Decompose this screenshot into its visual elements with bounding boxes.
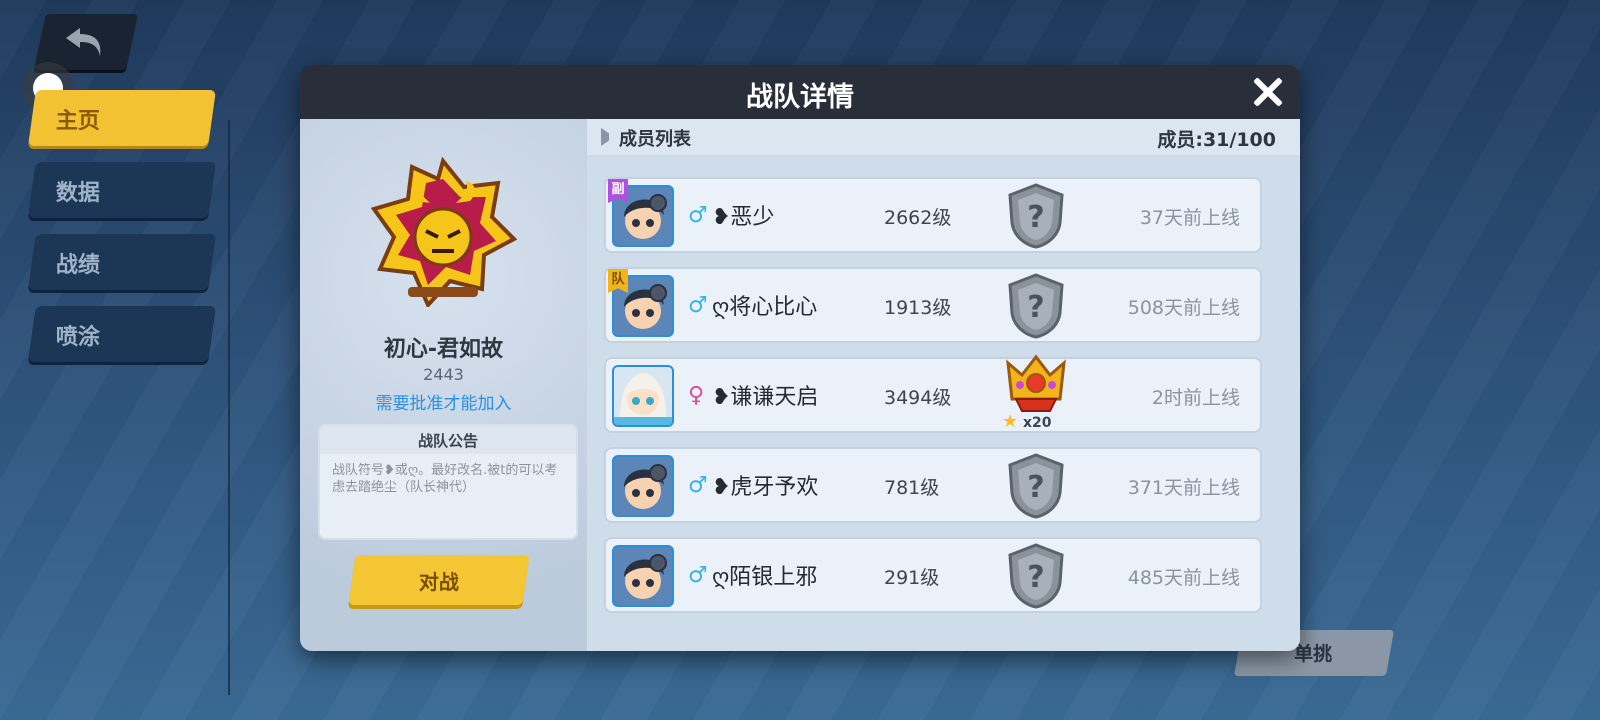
team-name: 初心-君如故 bbox=[383, 337, 504, 362]
member-level: 1913级 bbox=[884, 297, 952, 319]
member-level: 3494级 bbox=[884, 387, 952, 409]
member-name: ❥虎牙予欢 bbox=[712, 475, 819, 500]
rank-unknown-icon: ? bbox=[1008, 543, 1064, 609]
member-last-online: 371天前上线 bbox=[1127, 477, 1240, 499]
nav-item-home[interactable]: 主页 bbox=[28, 90, 216, 146]
team-id: 2443 bbox=[423, 365, 464, 384]
nav-item-records[interactable]: 战绩 bbox=[28, 234, 216, 290]
rank-stars: ★ x20 bbox=[1002, 411, 1052, 432]
team-notice-box: 战队公告 战队符号❥或ღ。最好改名.被t的可以考虑去踏绝尘（队长神代） bbox=[318, 424, 578, 540]
battle-button-label: 对战 bbox=[418, 570, 459, 594]
member-last-online: 2时前上线 bbox=[1151, 387, 1240, 409]
member-row[interactable]: 队 ♂ ღ将心比心 1913级 ? 508天前上线 bbox=[604, 267, 1262, 343]
rank-unknown-icon: ? bbox=[1008, 453, 1064, 519]
member-count: 成员:31/100 bbox=[1157, 129, 1276, 151]
member-list-panel[interactable]: 成员列表 成员:31/100 副 ♂ ❥恶少 2662级 ? 37天前上线 队 … bbox=[587, 119, 1300, 651]
nav-item-label: 主页 bbox=[55, 109, 100, 134]
battle-button[interactable]: 对战 bbox=[348, 555, 530, 605]
svg-text:?: ? bbox=[1027, 290, 1044, 325]
member-last-online: 37天前上线 bbox=[1139, 207, 1240, 229]
member-level: 2662级 bbox=[884, 207, 952, 229]
member-row[interactable]: 副 ♂ ❥恶少 2662级 ? 37天前上线 bbox=[604, 177, 1262, 253]
member-level: 781级 bbox=[884, 477, 940, 499]
nav-item-spray[interactable]: 喷涂 bbox=[28, 306, 216, 362]
member-last-online: 508天前上线 bbox=[1127, 297, 1240, 319]
member-level: 291级 bbox=[884, 567, 940, 589]
member-last-online: 485天前上线 bbox=[1127, 567, 1240, 589]
avatar-boy-icon bbox=[614, 547, 672, 605]
rank-stars-count: x20 bbox=[1023, 415, 1052, 431]
nav-item-label: 战绩 bbox=[55, 253, 100, 278]
svg-text:?: ? bbox=[1027, 560, 1044, 595]
team-info-panel: 初心-君如故 2443 需要批准才能加入 战队公告 战队符号❥或ღ。最好改名.被… bbox=[300, 119, 587, 651]
member-name: ❥谦谦天启 bbox=[712, 385, 819, 410]
join-requirement-link[interactable]: 需要批准才能加入 bbox=[300, 389, 587, 414]
nav-item-data[interactable]: 数据 bbox=[28, 162, 216, 218]
female-icon: ♀ bbox=[688, 383, 705, 408]
member-list-header: 成员列表 成员:31/100 bbox=[587, 119, 1300, 155]
avatar-girl-icon bbox=[614, 367, 672, 425]
avatar bbox=[612, 455, 674, 517]
team-details-modal: 战队详情 初心-君如故 2443 需要批准才能加入 战队公告 战队符号❥或ღ。最… bbox=[300, 65, 1300, 651]
rank-unknown-icon: ? bbox=[1008, 273, 1064, 339]
close-icon[interactable] bbox=[1250, 75, 1284, 109]
member-name: ❥恶少 bbox=[712, 205, 775, 230]
avatar bbox=[612, 365, 674, 427]
nav-item-label: 数据 bbox=[55, 181, 100, 206]
svg-text:?: ? bbox=[1027, 200, 1044, 235]
avatar bbox=[612, 545, 674, 607]
member-row[interactable]: ♀ ❥谦谦天启 3494级 ★ x20 2时前上线 bbox=[604, 354, 1262, 433]
duel-button-label: 单挑 bbox=[1294, 643, 1333, 665]
svg-text:?: ? bbox=[1027, 470, 1044, 505]
header-marker-icon bbox=[601, 128, 609, 146]
member-name: ღ将心比心 bbox=[712, 295, 818, 320]
rank-unknown-icon: ? bbox=[1008, 183, 1064, 249]
avatar-boy-icon bbox=[614, 457, 672, 515]
background-divider bbox=[228, 120, 230, 695]
rank-crown-icon bbox=[1006, 354, 1066, 412]
male-icon: ♂ bbox=[688, 203, 708, 228]
team-emblem-icon bbox=[370, 157, 518, 307]
member-row[interactable]: ♂ ღ陌银上邪 291级 ? 485天前上线 bbox=[604, 537, 1262, 613]
member-name: ღ陌银上邪 bbox=[712, 565, 818, 590]
modal-header: 战队详情 bbox=[300, 65, 1300, 119]
member-row[interactable]: ♂ ❥虎牙予欢 781级 ? 371天前上线 bbox=[604, 447, 1262, 523]
nav-item-label: 喷涂 bbox=[55, 325, 100, 350]
member-list-title: 成员列表 bbox=[619, 129, 691, 150]
modal-title: 战队详情 bbox=[746, 82, 854, 113]
notice-title: 战队公告 bbox=[417, 432, 478, 450]
male-icon: ♂ bbox=[688, 293, 708, 318]
male-icon: ♂ bbox=[688, 563, 708, 588]
star-icon: ★ bbox=[1002, 411, 1019, 432]
male-icon: ♂ bbox=[688, 473, 708, 498]
back-arrow-icon bbox=[66, 28, 101, 56]
notice-text: 战队符号❥或ღ。最好改名.被t的可以考虑去踏绝尘（队长神代） bbox=[332, 463, 558, 495]
